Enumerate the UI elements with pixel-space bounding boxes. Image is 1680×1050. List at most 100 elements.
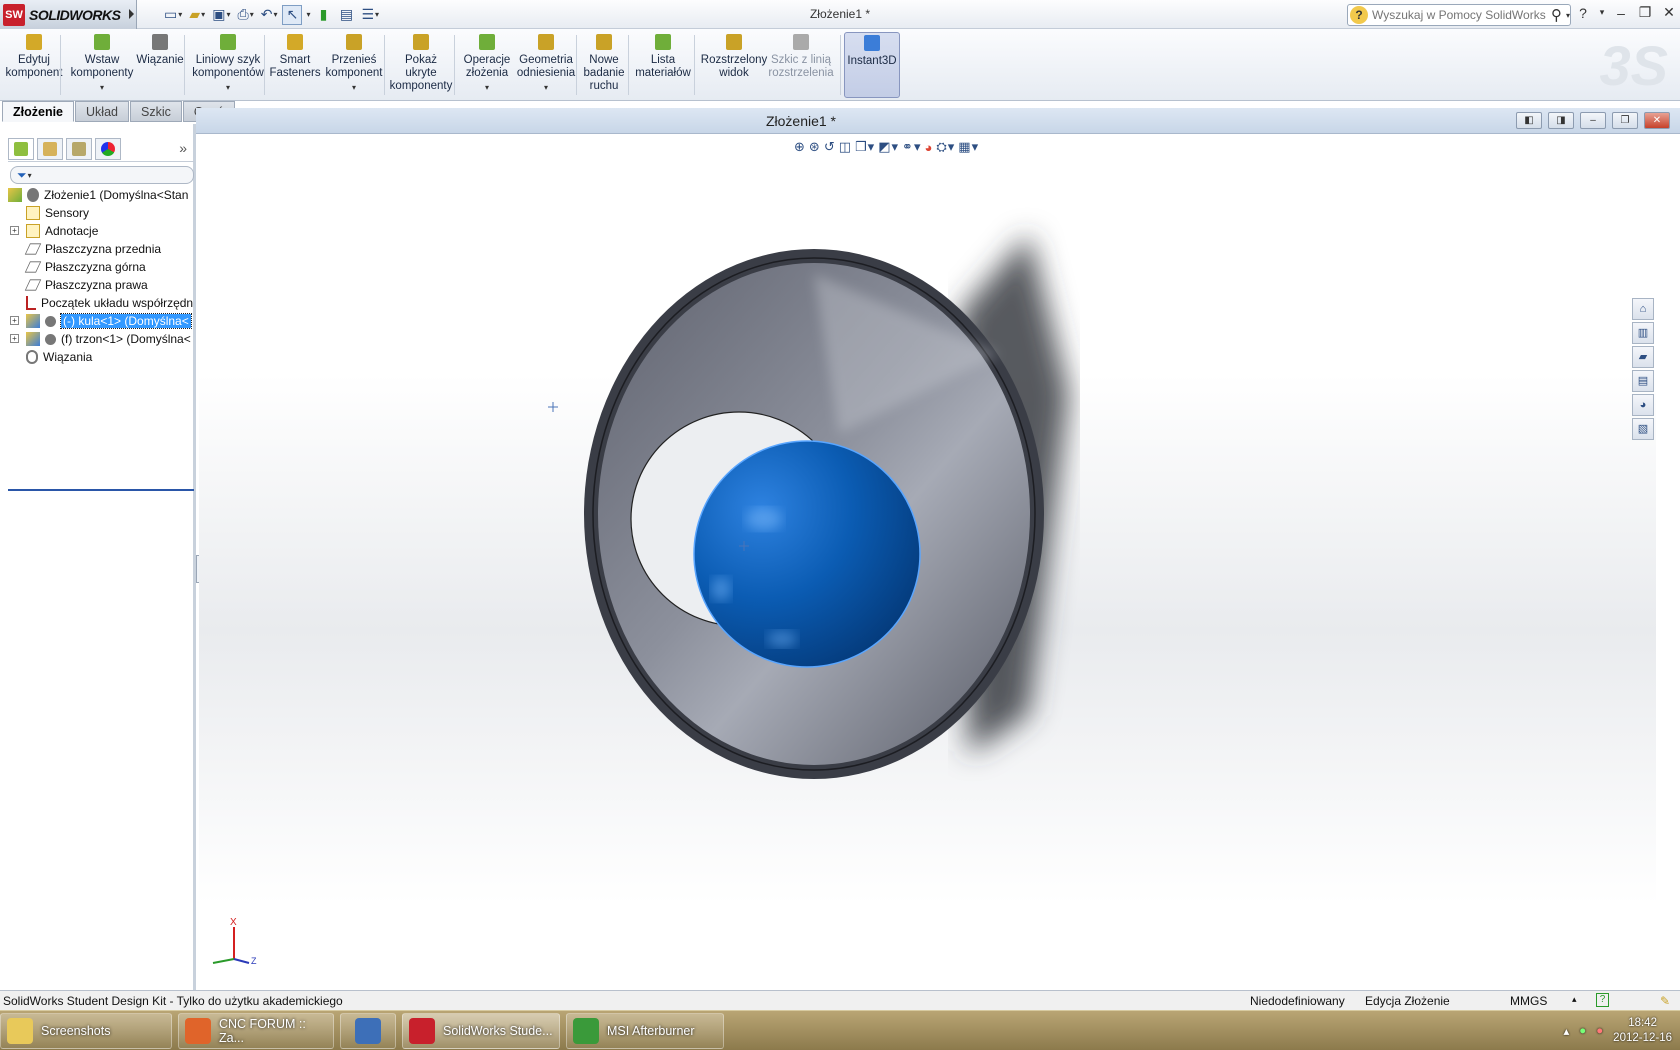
tree-expand-icon[interactable]: + [10, 226, 19, 235]
assembly-features-dropdown-icon[interactable]: ▾ [485, 81, 489, 94]
view-palette-icon[interactable]: ▤ [1632, 370, 1654, 392]
save-icon[interactable]: ▣ ▾ [210, 5, 232, 25]
tree-item[interactable]: Płaszczyzna prawa [8, 276, 194, 294]
undo-icon[interactable]: ↶ ▾ [259, 5, 280, 25]
close-window-icon[interactable]: ✕ [1660, 4, 1678, 21]
section-view-icon[interactable]: ◫ [839, 139, 851, 155]
tree-rollback-bar[interactable] [8, 489, 194, 491]
apply-scene-icon[interactable]: ⛭▾ [936, 139, 954, 155]
expand-panel-icon[interactable]: » [179, 140, 187, 156]
status-help-icon[interactable]: ? [1596, 993, 1609, 1007]
view-settings-icon[interactable]: ▦▾ [958, 139, 978, 155]
help-menu-icon[interactable]: ? [1574, 5, 1592, 21]
custom-properties-icon[interactable]: ▧ [1632, 418, 1654, 440]
feature-tree-tab-icon[interactable] [8, 138, 34, 160]
edit-component-button[interactable]: Edytuj komponent [4, 32, 64, 98]
edit-appearance-icon[interactable]: ◕ [924, 140, 932, 155]
ball-part[interactable] [693, 440, 921, 668]
configuration-manager-tab-icon[interactable] [66, 138, 92, 160]
mate-button[interactable]: Wiązanie [136, 32, 184, 98]
help-search-box[interactable]: ? ⚲ ▾ [1347, 4, 1571, 26]
tree-expand-icon[interactable]: + [10, 334, 19, 343]
rebuild-traffic-light-icon[interactable]: ▮ [313, 5, 333, 25]
tree-item[interactable]: + Adnotacje [8, 222, 194, 240]
move-component-button[interactable]: Przenieś komponent ▾ [324, 32, 384, 98]
tree-filter-field[interactable]: ⏷ ▾ [10, 166, 194, 184]
taskbar-item[interactable]: SolidWorks Stude... [402, 1013, 560, 1049]
units-menu-icon[interactable]: ▴ [1572, 994, 1577, 1005]
view-orientation-icon[interactable]: ❒▾ [855, 139, 874, 155]
status-units[interactable]: MMGS [1510, 994, 1547, 1008]
tray-expand-icon[interactable]: ▴ [1563, 1024, 1569, 1038]
appearances-scenes-icon[interactable]: ◕ [1632, 394, 1654, 416]
doc-minimize-icon[interactable]: – [1580, 112, 1606, 129]
taskbar-item[interactable]: CNC FORUM :: Za... [178, 1013, 334, 1049]
taskbar-item[interactable]: Screenshots [0, 1013, 172, 1049]
tile-left-icon[interactable]: ◧ [1516, 112, 1542, 129]
options-icon[interactable]: ☰ ▾ [359, 5, 381, 25]
property-manager-tab-icon[interactable] [37, 138, 63, 160]
explode-line-sketch-button[interactable]: Szkic z linią rozstrzelenia [768, 32, 834, 98]
tree-item[interactable]: Sensory [8, 204, 194, 222]
tree-root-assembly[interactable]: Złożenie1 (Domyślna<Stan [8, 186, 194, 204]
solidworks-menu-button[interactable]: SW SOLIDWORKS [0, 0, 137, 29]
tile-right-icon[interactable]: ◨ [1548, 112, 1574, 129]
reference-geometry-button[interactable]: Geometria odniesienia ▾ [516, 32, 576, 98]
new-document-icon[interactable]: ▭ ▾ [162, 5, 184, 25]
tray-network-icon[interactable]: ● [1579, 1025, 1586, 1037]
display-manager-tab-icon[interactable] [95, 138, 121, 160]
move-component-dropdown-icon[interactable]: ▾ [352, 81, 356, 94]
doc-close-icon[interactable]: ✕ [1644, 112, 1670, 129]
clock[interactable]: 18:42 2012-12-16 [1613, 1016, 1672, 1046]
zoom-to-fit-icon[interactable]: ⊕ [794, 139, 805, 155]
tree-expand-icon[interactable]: + [10, 316, 19, 325]
help-search-input[interactable] [1372, 8, 1551, 22]
previous-view-icon[interactable]: ↺ [824, 139, 835, 155]
solidworks-resources-icon[interactable]: ⌂ [1632, 298, 1654, 320]
exploded-view-label-2: widok [719, 67, 749, 79]
select-pointer-icon[interactable]: ↖ [282, 4, 303, 25]
tree-item[interactable]: Płaszczyzna górna [8, 258, 194, 276]
assembly-features-button[interactable]: Operacje złożenia ▾ [460, 32, 514, 98]
instant3d-button[interactable]: Instant3D [844, 32, 900, 98]
hide-show-items-icon[interactable]: ⚭▾ [902, 139, 920, 155]
linear-pattern-button[interactable]: Liniowy szyk komponentów ▾ [190, 32, 266, 98]
help-dropdown-icon[interactable]: ▾ [1598, 7, 1606, 18]
insert-components-button[interactable]: Wstaw komponenty ▾ [66, 32, 138, 98]
linear-pattern-dropdown-icon[interactable]: ▾ [226, 81, 230, 94]
exploded-view-button[interactable]: Rozstrzelony widok [698, 32, 770, 98]
show-hidden-button[interactable]: Pokaż ukryte komponenty [390, 32, 452, 98]
bill-of-materials-button[interactable]: Lista materiałów [632, 32, 694, 98]
tab-layout[interactable]: Układ [75, 101, 129, 122]
assembly-3d-view[interactable]: X Z [199, 134, 1656, 990]
file-explorer-icon[interactable]: ▰ [1632, 346, 1654, 368]
tab-sketch[interactable]: Szkic [129, 101, 182, 122]
insert-components-dropdown-icon[interactable]: ▾ [100, 81, 104, 94]
reference-geometry-dropdown-icon[interactable]: ▾ [544, 81, 548, 94]
tree-item[interactable]: Początek układu współrzędn [8, 294, 194, 312]
status-tag-icon[interactable]: ✎ [1660, 994, 1670, 1008]
tree-item[interactable]: + (-) kula<1> (Domyślna< [8, 312, 194, 330]
tree-item[interactable]: Płaszczyzna przednia [8, 240, 194, 258]
zoom-to-area-icon[interactable]: ⊛ [809, 139, 820, 155]
design-library-icon[interactable]: ▥ [1632, 322, 1654, 344]
tray-antivirus-icon[interactable]: ● [1596, 1025, 1603, 1037]
tree-item[interactable]: + (f) trzon<1> (Domyślna< [8, 330, 194, 348]
smart-fasteners-button[interactable]: Smart Fasteners [269, 32, 321, 98]
minimize-icon[interactable]: – [1612, 5, 1630, 21]
open-folder-icon[interactable]: ▰ ▾ [187, 5, 207, 25]
taskbar-item[interactable] [340, 1013, 396, 1049]
restore-icon[interactable]: ❐ [1636, 4, 1654, 21]
print-icon[interactable]: ⎙ ▾ [236, 5, 256, 25]
new-motion-study-button[interactable]: Nowe badanie ruchu [580, 32, 628, 98]
search-icon[interactable]: ⚲ [1551, 6, 1562, 24]
display-style-icon[interactable]: ◩▾ [878, 139, 898, 155]
taskbar-item[interactable]: MSI Afterburner [566, 1013, 724, 1049]
file-properties-icon[interactable]: ▤ [336, 5, 356, 25]
search-dropdown-icon[interactable]: ▾ [1566, 11, 1570, 20]
graphics-area[interactable]: X Z ⊕ ⊛ ↺ ◫ ❒▾ ◩▾ ⚭▾ ◕ ⛭▾ ▦▾ ⌂ ▥ ▰ ▤ ◕ ▧ [199, 134, 1656, 990]
filter-dropdown-icon[interactable]: ▾ [28, 171, 32, 180]
tree-item[interactable]: Wiązania [8, 348, 194, 366]
tab-assembly[interactable]: Złożenie [2, 101, 75, 122]
doc-restore-icon[interactable]: ❐ [1612, 112, 1638, 129]
